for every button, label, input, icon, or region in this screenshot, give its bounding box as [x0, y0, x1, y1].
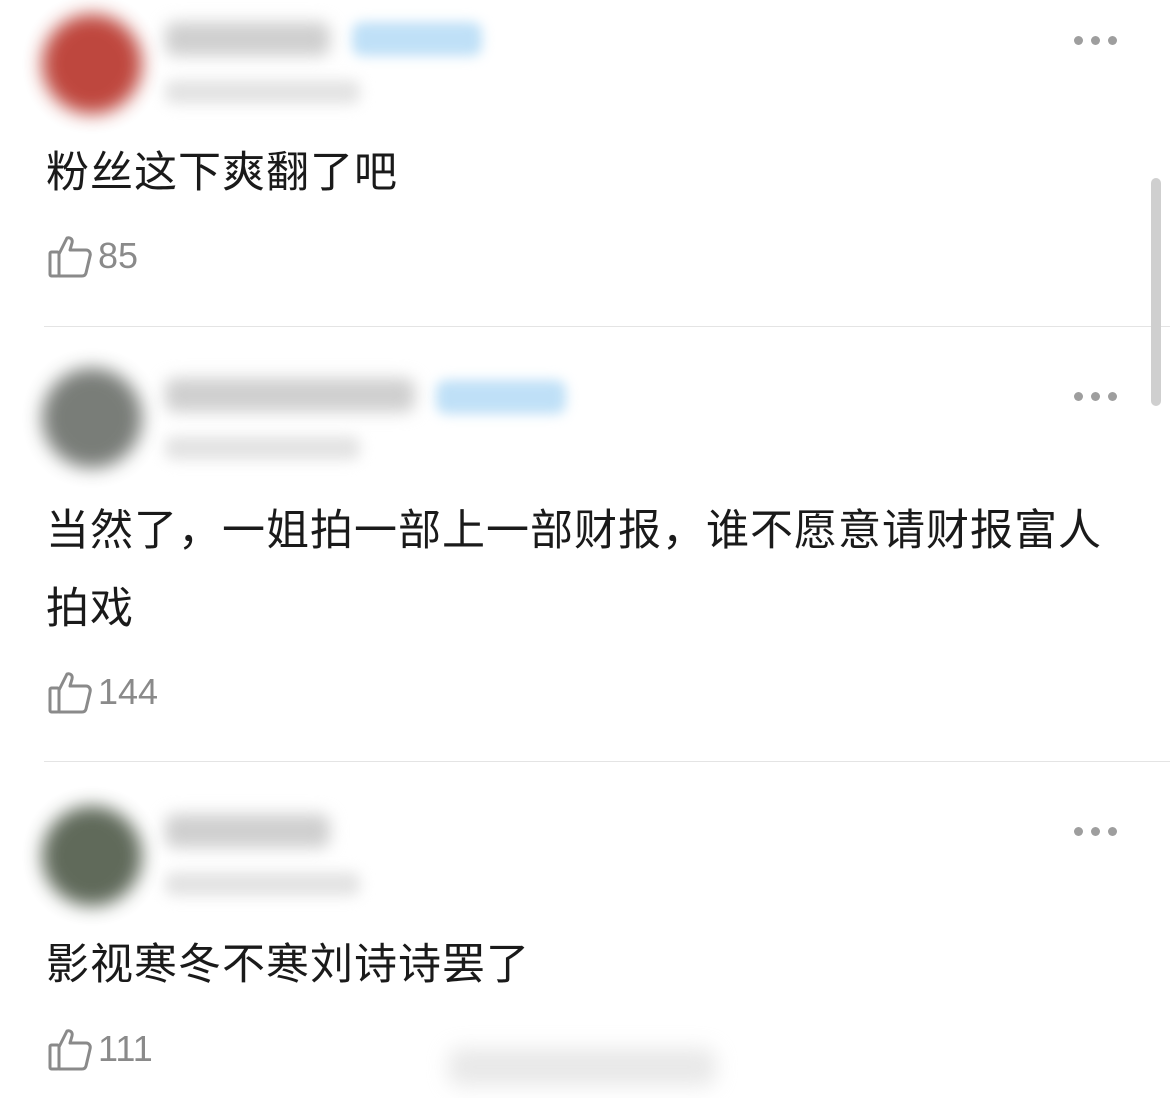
- more-options-button[interactable]: [1074, 827, 1117, 836]
- comment-meta: [165, 872, 360, 896]
- like-button[interactable]: 144: [46, 668, 158, 716]
- like-button[interactable]: 85: [46, 232, 138, 280]
- comment-meta: [165, 80, 360, 104]
- user-badge: [436, 380, 566, 414]
- divider: [44, 326, 1170, 327]
- scrollbar[interactable]: [1151, 178, 1161, 406]
- comment-text: 粉丝这下爽翻了吧: [46, 148, 398, 198]
- more-dots-icon: [1074, 827, 1083, 836]
- thumbs-up-icon: [48, 1029, 92, 1071]
- comment-text: 当然了，一姐拍一部上一部财报，谁不愿意请财报富人拍戏: [46, 506, 1102, 634]
- like-count: 85: [98, 235, 139, 276]
- like-button[interactable]: 111: [46, 1025, 153, 1073]
- divider: [44, 761, 1170, 762]
- watermark: [448, 1048, 716, 1086]
- avatar[interactable]: [42, 14, 142, 114]
- more-options-button[interactable]: [1074, 392, 1117, 401]
- avatar[interactable]: [42, 368, 142, 468]
- username[interactable]: [165, 22, 330, 56]
- username[interactable]: [165, 814, 330, 848]
- like-count: 111: [98, 1028, 153, 1069]
- username[interactable]: [165, 378, 415, 412]
- thumbs-up-icon: [48, 672, 92, 714]
- thumbs-up-icon: [48, 236, 92, 278]
- user-badge: [352, 22, 482, 56]
- more-dots-icon: [1074, 36, 1083, 45]
- like-count: 144: [98, 671, 159, 712]
- avatar[interactable]: [42, 806, 142, 906]
- comment-text: 影视寒冬不寒刘诗诗罢了: [46, 940, 530, 990]
- more-options-button[interactable]: [1074, 36, 1117, 45]
- more-dots-icon: [1074, 392, 1083, 401]
- comment-meta: [165, 436, 360, 460]
